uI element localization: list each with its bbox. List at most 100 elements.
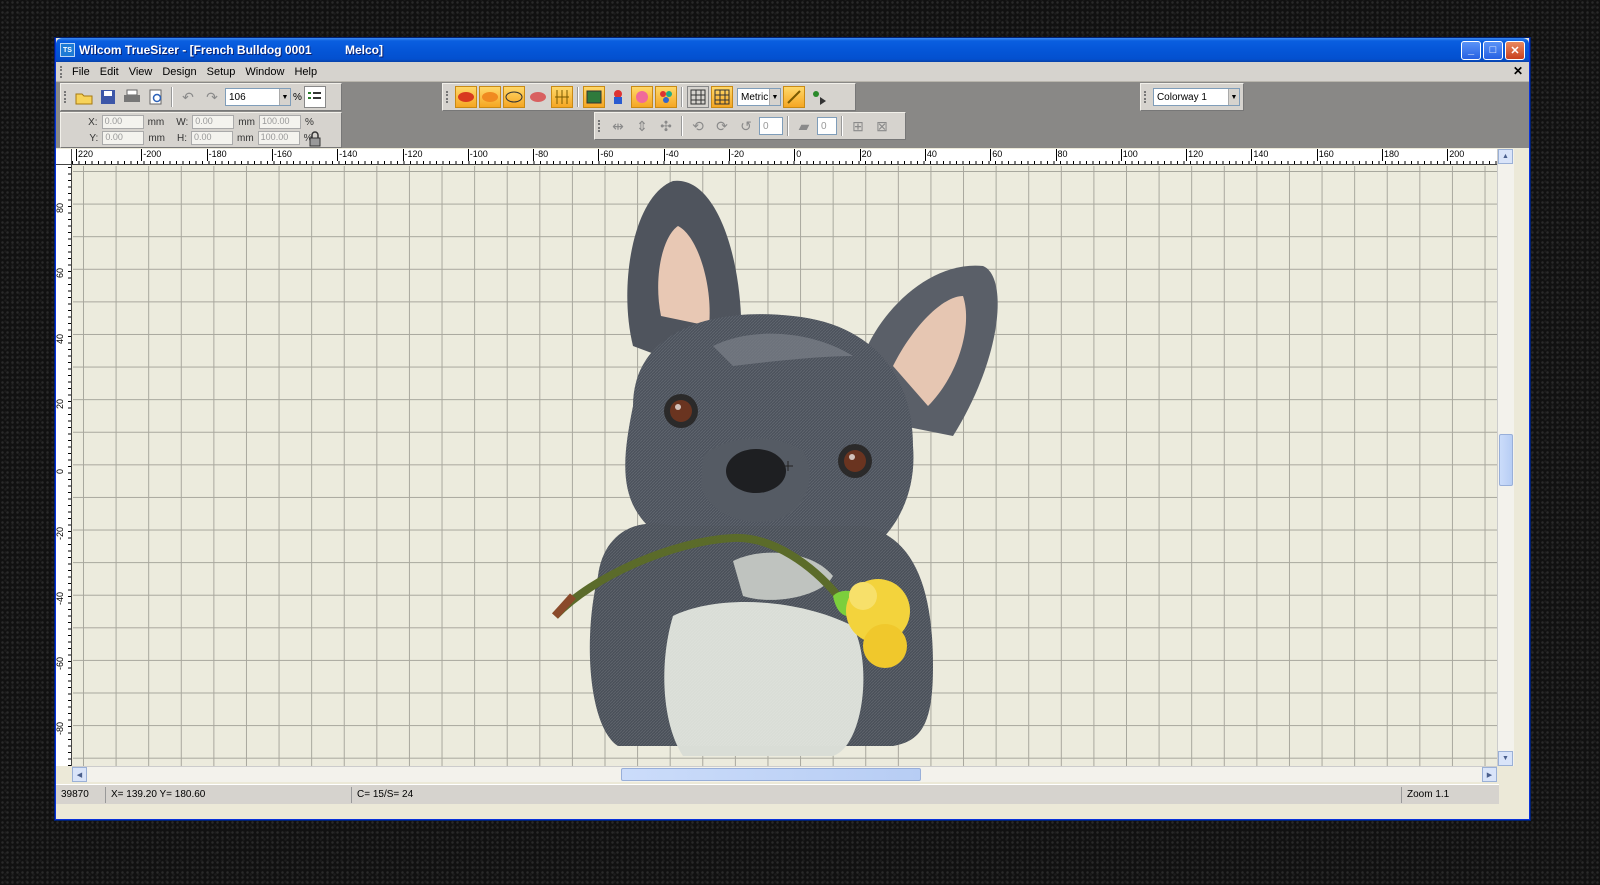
redo-icon[interactable]: ↷ bbox=[201, 86, 223, 108]
minimize-button[interactable]: _ bbox=[1461, 40, 1481, 60]
units-value: Metric bbox=[741, 91, 769, 103]
ruler-x-label: 80 bbox=[1055, 149, 1068, 161]
width-field[interactable]: 0.00 bbox=[192, 115, 235, 129]
embroidery-design[interactable] bbox=[73, 166, 1497, 766]
hoop-grid-icon[interactable] bbox=[711, 86, 733, 108]
status-bar: 39870 X= 139.20 Y= 180.60 C= 15/S= 24 Zo… bbox=[56, 784, 1499, 804]
color-palette-icon[interactable] bbox=[655, 86, 677, 108]
chevron-down-icon[interactable]: ▼ bbox=[1228, 89, 1239, 105]
toolbar-grip-icon[interactable] bbox=[446, 91, 449, 103]
chevron-down-icon[interactable]: ▼ bbox=[769, 89, 780, 105]
mirror-vertical-icon[interactable]: ⇕ bbox=[631, 115, 653, 137]
fill-stitch-icon[interactable] bbox=[455, 86, 477, 108]
grid-icon[interactable] bbox=[687, 86, 709, 108]
open-folder-icon[interactable] bbox=[73, 86, 95, 108]
color-stop-count: C= 15/S= 24 bbox=[352, 786, 1402, 803]
menu-file[interactable]: File bbox=[67, 66, 95, 78]
mirror-horizontal-icon[interactable]: ⇹ bbox=[607, 115, 629, 137]
close-button[interactable]: ✕ bbox=[1505, 40, 1525, 60]
y-unit: mm bbox=[148, 132, 165, 144]
scroll-down-icon[interactable]: ▼ bbox=[1498, 751, 1513, 766]
toolbar-grip-icon[interactable] bbox=[1144, 91, 1147, 103]
ruler-x-label: 220 bbox=[76, 149, 94, 161]
save-icon[interactable] bbox=[97, 86, 119, 108]
w-label: W: bbox=[176, 116, 189, 128]
vertical-scroll-thumb[interactable] bbox=[1499, 434, 1513, 486]
toolbar-area: ↶ ↷ 106 ▼ % X: 0.00 mm W: 0.00 mm 100.00… bbox=[56, 82, 1529, 148]
outline-icon[interactable] bbox=[503, 86, 525, 108]
x-field[interactable]: 0.00 bbox=[101, 115, 144, 129]
scale-input[interactable]: 106 ▼ bbox=[225, 88, 291, 106]
ruler-x-label: -160 bbox=[271, 149, 292, 161]
design-canvas[interactable] bbox=[73, 166, 1497, 766]
y-field[interactable]: 0.00 bbox=[102, 131, 145, 145]
show-picture-icon[interactable] bbox=[583, 86, 605, 108]
align-icon[interactable]: ⊞ bbox=[847, 115, 869, 137]
stitch-player-icon[interactable] bbox=[807, 86, 829, 108]
menu-setup[interactable]: Setup bbox=[202, 66, 241, 78]
mirror-both-icon[interactable]: ✣ bbox=[655, 115, 677, 137]
rotate-angle-input[interactable]: 0 bbox=[759, 117, 783, 135]
ruler-x-label: 60 bbox=[990, 149, 1003, 161]
rotate-right-icon[interactable]: ⟳ bbox=[711, 115, 733, 137]
ruler-y-label: 80 bbox=[55, 202, 65, 213]
app-icon[interactable]: TS bbox=[60, 43, 75, 57]
ruler-x-label: 160 bbox=[1316, 149, 1334, 161]
units-select[interactable]: Metric ▼ bbox=[737, 88, 781, 106]
scroll-up-icon[interactable]: ▲ bbox=[1498, 149, 1513, 164]
ruler-y-label: -20 bbox=[55, 526, 65, 540]
properties-list-icon[interactable] bbox=[303, 86, 326, 108]
print-preview-icon[interactable] bbox=[145, 86, 167, 108]
horizontal-scrollbar[interactable]: ◀ ▶ bbox=[72, 766, 1497, 782]
design-workspace: 220 -200 -180 -160 -140 -120 -100 -80 -60 -40 -20 0… bbox=[55, 149, 1497, 766]
title-bar[interactable]: TS Wilcom TrueSizer - [French Bulldog 00… bbox=[56, 38, 1529, 62]
rotate-icon[interactable]: ↺ bbox=[735, 115, 757, 137]
ruler-x-label: -140 bbox=[337, 149, 358, 161]
menu-window[interactable]: Window bbox=[240, 66, 289, 78]
lock-proportions-icon[interactable] bbox=[304, 128, 326, 150]
undo-icon[interactable]: ↶ bbox=[177, 86, 199, 108]
ruler-x-label: 0 bbox=[794, 149, 802, 161]
document-close-button[interactable]: ✕ bbox=[1513, 64, 1523, 78]
scale-value: 106 bbox=[229, 91, 246, 103]
horizontal-scroll-thumb[interactable] bbox=[621, 768, 921, 781]
menu-design[interactable]: Design bbox=[157, 66, 201, 78]
slant-angle-input[interactable]: 0 bbox=[817, 117, 837, 135]
colors-icon[interactable] bbox=[607, 86, 629, 108]
appliqué-icon[interactable] bbox=[631, 86, 653, 108]
scroll-left-icon[interactable]: ◀ bbox=[72, 767, 87, 782]
distribute-icon[interactable]: ⊠ bbox=[871, 115, 893, 137]
menu-view[interactable]: View bbox=[124, 66, 158, 78]
vertical-scrollbar[interactable]: ▲ ▼ bbox=[1497, 149, 1514, 766]
menu-edit[interactable]: Edit bbox=[95, 66, 124, 78]
height-field[interactable]: 0.00 bbox=[191, 131, 233, 145]
height-percent-field[interactable]: 100.00 bbox=[257, 131, 300, 145]
chevron-down-icon[interactable]: ▼ bbox=[279, 89, 290, 105]
toolbar-grip-icon[interactable] bbox=[64, 91, 67, 103]
satin-stitch-icon[interactable] bbox=[479, 86, 501, 108]
colorway-select[interactable]: Colorway 1 ▼ bbox=[1152, 88, 1240, 106]
zoom-level: Zoom 1.1 bbox=[1407, 789, 1450, 800]
horizontal-ruler: 220 -200 -180 -160 -140 -120 -100 -80 -60 -40 -20 0… bbox=[72, 149, 1497, 165]
ruler-x-label: -100 bbox=[467, 149, 488, 161]
menu-help[interactable]: Help bbox=[289, 66, 322, 78]
print-icon[interactable] bbox=[121, 86, 143, 108]
slant-value: 0 bbox=[821, 120, 827, 132]
width-percent-field[interactable]: 100.00 bbox=[258, 115, 301, 129]
w-pct-unit: % bbox=[304, 116, 314, 128]
coordinates-toolbar: X: 0.00 mm W: 0.00 mm 100.00 % Y: 0.00 m… bbox=[60, 112, 342, 148]
x-unit: mm bbox=[147, 116, 165, 128]
measure-icon[interactable] bbox=[783, 86, 805, 108]
slant-icon[interactable]: ▰ bbox=[793, 115, 815, 137]
menu-grip-icon[interactable] bbox=[60, 65, 63, 78]
ruler-x-label: -180 bbox=[206, 149, 227, 161]
needle-points-icon[interactable] bbox=[551, 86, 573, 108]
stitch-preview-icon[interactable] bbox=[527, 86, 549, 108]
rotate-left-icon[interactable]: ⟲ bbox=[687, 115, 709, 137]
maximize-button[interactable]: □ bbox=[1483, 40, 1503, 60]
ruler-x-label: -120 bbox=[402, 149, 423, 161]
ruler-y-label: -60 bbox=[55, 657, 65, 671]
ruler-x-label: 20 bbox=[859, 149, 872, 161]
scroll-right-icon[interactable]: ▶ bbox=[1482, 767, 1497, 782]
toolbar-grip-icon[interactable] bbox=[598, 120, 601, 132]
